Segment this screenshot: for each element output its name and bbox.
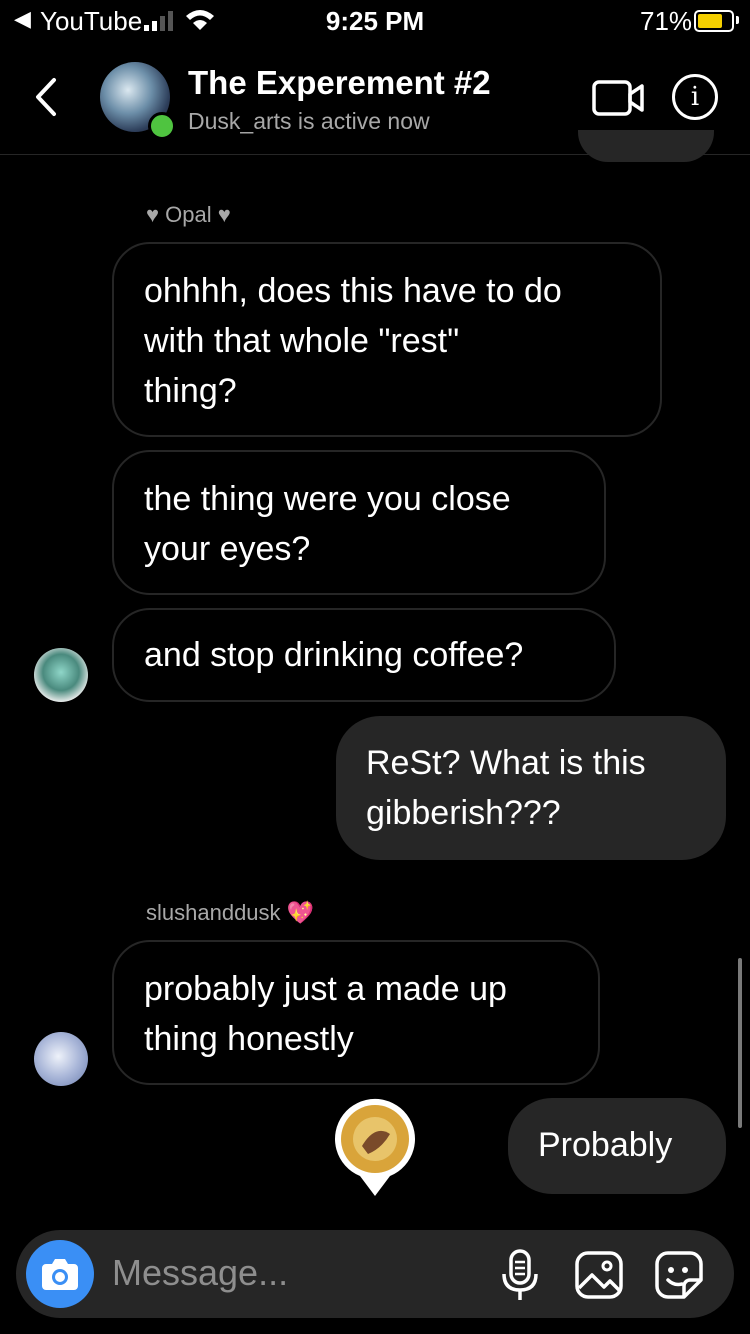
message-input[interactable]: Message... xyxy=(112,1252,288,1294)
message-line: thing honestly xyxy=(144,1020,354,1058)
info-icon[interactable]: i xyxy=(672,74,718,120)
message-line: the thing were you close xyxy=(144,480,511,518)
message-bubble[interactable]: and stop drinking coffee? xyxy=(112,608,616,702)
message-line: gibberish??? xyxy=(366,794,561,832)
message-bubble-outgoing[interactable]: Probably xyxy=(508,1098,726,1194)
battery-icon xyxy=(694,10,734,32)
seen-avatar-marker xyxy=(335,1098,415,1196)
message-line: your eyes? xyxy=(144,530,311,568)
camera-icon xyxy=(42,1259,78,1290)
gallery-icon[interactable] xyxy=(574,1250,624,1300)
message-bubble[interactable]: the thing were you close your eyes? xyxy=(112,450,606,595)
video-call-icon[interactable] xyxy=(592,78,646,118)
message-line: ohhhh, does this have to do xyxy=(144,272,562,310)
microphone-icon[interactable] xyxy=(500,1248,540,1302)
message-line: and stop drinking coffee? xyxy=(144,636,524,674)
sender-name-slushanddusk: slushanddusk 💖 xyxy=(146,900,314,926)
previous-message-bubble xyxy=(578,130,714,162)
sender-name-label: slushanddusk xyxy=(146,900,281,925)
sender-avatar-slushanddusk[interactable] xyxy=(34,1032,88,1086)
online-indicator xyxy=(148,112,176,140)
battery-level xyxy=(698,14,722,28)
sparkling-heart-icon: 💖 xyxy=(286,900,315,925)
message-bubble[interactable]: probably just a made up thing honestly xyxy=(112,940,600,1085)
message-line: Probably xyxy=(538,1126,673,1164)
message-bubble-outgoing[interactable]: ReSt? What is this gibberish??? xyxy=(336,716,726,860)
status-bar: ◀ YouTube 9:25 PM 71% xyxy=(0,0,750,42)
message-line: probably just a made up xyxy=(144,970,507,1008)
battery-tip xyxy=(736,16,739,24)
message-composer: Message... xyxy=(16,1230,734,1318)
message-line: ReSt? What is this xyxy=(366,744,646,782)
chat-title[interactable]: The Experement #2 xyxy=(188,64,491,102)
back-arrow-icon[interactable] xyxy=(32,72,62,122)
sender-name-opal: ♥ Opal ♥ xyxy=(146,202,231,227)
camera-button[interactable] xyxy=(26,1240,94,1308)
message-line: thing? xyxy=(144,372,237,410)
message-line: with that whole "rest" xyxy=(144,322,460,360)
scrollbar[interactable] xyxy=(738,958,742,1128)
message-bubble[interactable]: ohhhh, does this have to do with that wh… xyxy=(112,242,662,437)
battery-percent: 71% xyxy=(640,6,693,36)
sticker-icon[interactable] xyxy=(654,1250,704,1300)
active-status: Dusk_arts is active now xyxy=(188,108,430,134)
sender-avatar-opal[interactable] xyxy=(34,648,88,702)
clock: 9:25 PM xyxy=(325,6,425,36)
